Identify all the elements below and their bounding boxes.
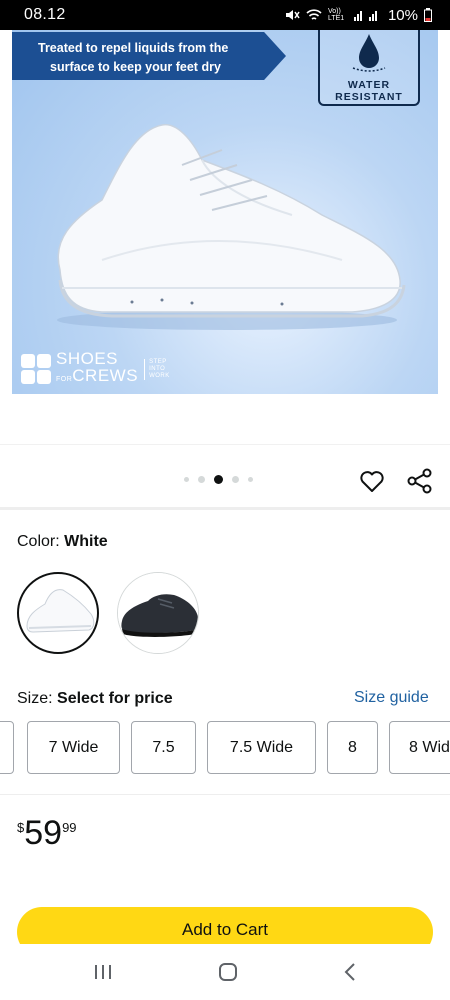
brand-tag-into: INTO	[149, 365, 166, 372]
wifi-icon	[306, 8, 322, 22]
status-icons: Vo)) LTE1 10%	[284, 7, 432, 24]
color-label-prefix: Color:	[17, 533, 65, 550]
size-option-7-5[interactable]: 7.5	[131, 721, 196, 774]
brand-name-crews: CREWS	[72, 366, 139, 385]
carousel-dot[interactable]	[248, 477, 253, 482]
status-bar: 08.12 Vo)) LTE1 10%	[0, 0, 450, 30]
home-button[interactable]	[218, 962, 238, 982]
recents-button[interactable]	[93, 963, 113, 981]
battery-icon	[424, 8, 432, 22]
black-shoe-thumbnail	[118, 573, 198, 653]
brand-tag-step: STEP	[149, 358, 167, 365]
brand-name-for: FOR	[56, 376, 73, 383]
size-options[interactable]: 7 Wide 7.5 7.5 Wide 8 8 Wide	[0, 721, 450, 775]
recents-icon	[94, 965, 111, 979]
battery-percent: 10%	[387, 6, 418, 24]
size-option-7-wide[interactable]: 7 Wide	[27, 721, 120, 774]
share-button[interactable]	[406, 467, 434, 495]
size-guide-link[interactable]: Size guide	[354, 689, 429, 707]
size-option-partial[interactable]	[0, 721, 14, 774]
color-swatch-white[interactable]	[17, 572, 99, 654]
brand-logo: SHOES FORCREWS STEP INTO WORK	[20, 350, 170, 388]
back-icon	[344, 963, 356, 981]
price-symbol: $	[17, 820, 25, 835]
carousel-dot[interactable]	[232, 476, 239, 483]
product-image[interactable]: Treated to repel liquids from the surfac…	[12, 30, 438, 394]
mute-icon	[284, 8, 300, 22]
white-shoe-illustration	[57, 124, 406, 330]
divider	[0, 794, 450, 795]
carousel-dot[interactable]	[184, 477, 189, 482]
size-option-8[interactable]: 8	[327, 721, 378, 774]
banner-line-1: Treated to repel liquids from the	[38, 41, 229, 55]
carousel-dot[interactable]	[198, 476, 205, 483]
status-time: 08.12	[24, 6, 66, 23]
color-swatch-black[interactable]	[117, 572, 199, 654]
image-carousel-controls	[0, 444, 450, 510]
badge-line-1: WATER	[347, 79, 391, 91]
brand-tag-work: WORK	[149, 372, 170, 379]
color-label: Color: White	[17, 533, 108, 551]
white-shoe-thumbnail	[26, 589, 95, 633]
water-resistant-badge: WATER RESISTANT	[318, 30, 420, 106]
badge-line-2: RESISTANT	[335, 91, 403, 103]
brand-logo-icon	[21, 354, 51, 384]
size-selected-value: Select for price	[57, 690, 173, 707]
brand-tagline: STEP INTO WORK	[144, 358, 170, 380]
water-drop-icon	[352, 34, 386, 72]
size-label-prefix: Size:	[17, 690, 58, 707]
add-to-cart-label: Add to Cart	[182, 920, 268, 939]
share-icon	[407, 468, 432, 494]
wishlist-button[interactable]	[359, 469, 385, 495]
banner-line-2: surface to keep your feet dry	[50, 60, 221, 74]
home-icon	[218, 963, 237, 981]
system-nav-bar	[0, 944, 450, 1000]
brand-name-shoes: SHOES	[56, 349, 119, 368]
heart-icon	[360, 471, 384, 492]
price-whole: 59	[24, 814, 63, 852]
size-label: Size: Select for price	[17, 690, 173, 708]
price: $ 59 99	[17, 815, 77, 851]
feature-banner: Treated to repel liquids from the surfac…	[12, 32, 286, 80]
size-option-8-wide[interactable]: 8 Wide	[389, 721, 450, 774]
price-fraction: 99	[62, 820, 77, 835]
carousel-dot-active[interactable]	[214, 475, 223, 484]
color-selected-value: White	[64, 533, 108, 550]
carousel-dots	[184, 475, 253, 484]
signal-icon	[353, 9, 382, 21]
size-option-7-5-wide[interactable]: 7.5 Wide	[207, 721, 316, 774]
back-button[interactable]	[343, 962, 357, 982]
volte-label: Vo)) LTE1	[327, 8, 345, 22]
product-image-area[interactable]: Treated to repel liquids from the surfac…	[0, 30, 450, 444]
